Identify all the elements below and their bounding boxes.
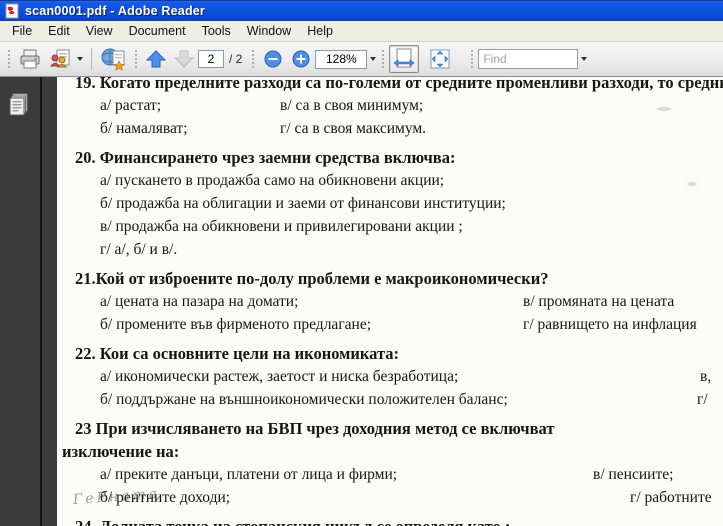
zoom-level-value: 128% bbox=[325, 52, 357, 66]
page-number-input[interactable] bbox=[198, 50, 224, 68]
menu-bar: File Edit View Document Tools Window Help bbox=[0, 21, 723, 42]
answer-option: г/ равнището на инфлация bbox=[523, 316, 697, 333]
answer-row: а/ цената на пазара на домати; в/ промяна… bbox=[57, 290, 723, 313]
toolbar-grip[interactable] bbox=[6, 48, 11, 70]
answer-row: б/ промените във фирменото предлагане; г/… bbox=[57, 313, 723, 336]
adobe-reader-window: scan0001.pdf - Adobe Reader File Edit View… bbox=[0, 0, 723, 526]
answer-option: а/ пускането в продажба само на обикнове… bbox=[100, 172, 445, 189]
answer-option: г/ са в своя максимум. bbox=[280, 120, 427, 137]
pages-panel-icon[interactable] bbox=[9, 93, 31, 119]
zoom-out-button[interactable] bbox=[259, 45, 287, 73]
question-header: 19. Когато пределните разходи са по-голе… bbox=[75, 77, 723, 92]
find-input[interactable] bbox=[478, 49, 579, 69]
menu-help[interactable]: Help bbox=[299, 22, 341, 40]
answer-row: б/ поддържане на външноикономически поло… bbox=[57, 388, 723, 411]
document-page[interactable]: ГеРната 19. Когато пределните разходи са… bbox=[57, 77, 723, 526]
answer-row: а/ преките данъци, платени от лица и фир… bbox=[57, 463, 723, 486]
main-toolbar: / 2 128% bbox=[0, 42, 723, 77]
up-arrow-icon bbox=[145, 50, 167, 68]
fit-width-button[interactable] bbox=[389, 45, 420, 73]
answer-option: а/ растат; bbox=[100, 97, 162, 114]
answer-option: в/ са в своя минимум; bbox=[280, 97, 424, 114]
down-arrow-icon bbox=[173, 50, 195, 68]
answer-row: б/ рентните доходи; г/ работните bbox=[57, 486, 723, 509]
answer-row: в/ продажба на обикновени и привилегиров… bbox=[57, 215, 723, 238]
navigation-pane bbox=[0, 77, 40, 526]
page-total-label: / 2 bbox=[229, 52, 243, 66]
zoom-level-box[interactable]: 128% bbox=[315, 49, 368, 69]
minus-circle-icon bbox=[264, 50, 282, 68]
answer-option: а/ икономически растеж, заетост и ниска … bbox=[100, 368, 459, 385]
menu-window[interactable]: Window bbox=[239, 22, 299, 40]
answer-option: б/ продажба на облигации и заеми от фина… bbox=[100, 195, 506, 212]
answer-row: б/ намаляват; г/ са в своя максимум. bbox=[57, 117, 723, 140]
menu-document[interactable]: Document bbox=[121, 22, 194, 40]
question-header: 23 При изчисляването на БВП чрез доходни… bbox=[75, 419, 555, 438]
answer-row: а/ растат; в/ са в своя минимум; bbox=[57, 94, 723, 117]
question-header-continued: изключение на: bbox=[62, 442, 180, 461]
pdf-file-icon bbox=[5, 3, 19, 19]
plus-circle-icon bbox=[292, 50, 310, 68]
toolbar-grip[interactable] bbox=[250, 48, 256, 70]
document-canvas-margin bbox=[42, 77, 57, 526]
toolbar-separator bbox=[91, 48, 92, 70]
answer-option: в/ промяната на цената bbox=[523, 293, 675, 310]
menu-view[interactable]: View bbox=[78, 22, 121, 40]
answer-option: в/ продажба на обикновени и привилегиров… bbox=[100, 218, 463, 235]
answer-option: б/ поддържане на външноикономически поло… bbox=[100, 391, 508, 408]
collaborate-icon bbox=[49, 49, 70, 68]
question-header: 20. Финансирането чрез заемни средства в… bbox=[75, 148, 456, 167]
answer-option: в, bbox=[700, 368, 712, 385]
title-bar[interactable]: scan0001.pdf - Adobe Reader bbox=[0, 0, 723, 21]
menu-edit[interactable]: Edit bbox=[40, 22, 78, 40]
answer-option: в/ пенсиите; bbox=[593, 466, 674, 483]
print-button[interactable] bbox=[15, 45, 45, 73]
zoom-in-button[interactable] bbox=[287, 45, 315, 73]
collaborate-dropdown-arrow[interactable] bbox=[77, 57, 83, 61]
question-header: 24. Долната точка на стопанския цикъл се… bbox=[57, 515, 723, 526]
previous-page-button[interactable] bbox=[142, 45, 170, 73]
answer-option: г/ bbox=[697, 391, 708, 408]
fit-page-icon bbox=[430, 49, 450, 69]
printer-icon bbox=[20, 49, 40, 69]
question-header: 22. Кои са основните цели на икономиката… bbox=[75, 344, 400, 363]
content-area: ГеРната 19. Когато пределните разходи са… bbox=[0, 77, 723, 526]
answer-option: б/ намаляват; bbox=[100, 120, 188, 137]
answer-row: а/ икономически растеж, заетост и ниска … bbox=[57, 365, 723, 388]
globe-document-icon bbox=[101, 48, 125, 71]
window-title: scan0001.pdf - Adobe Reader bbox=[25, 4, 205, 18]
answer-option: г/ работните bbox=[630, 489, 712, 506]
question-header: 21.Кой от изброените по-долу проблеми е … bbox=[75, 269, 549, 288]
toolbar-grip[interactable] bbox=[380, 48, 386, 70]
toolbar-grip[interactable] bbox=[469, 48, 475, 70]
answer-row: г/ а/, б/ и в/. bbox=[57, 238, 723, 261]
fit-width-icon bbox=[393, 48, 415, 68]
menu-file[interactable]: File bbox=[4, 22, 40, 40]
collaborate-button[interactable] bbox=[45, 45, 86, 73]
zoom-dropdown-arrow[interactable] bbox=[370, 57, 377, 61]
find-dropdown-arrow[interactable] bbox=[581, 57, 588, 61]
answer-option: б/ рентните доходи; bbox=[100, 489, 231, 506]
next-page-button[interactable] bbox=[170, 45, 198, 73]
answer-row: а/ пускането в продажба само на обикнове… bbox=[57, 169, 723, 192]
fit-page-button[interactable] bbox=[425, 45, 455, 73]
answer-option: а/ цената на пазара на домати; bbox=[100, 293, 299, 310]
answer-option: а/ преките данъци, платени от лица и фир… bbox=[100, 466, 398, 483]
acrobat-online-button[interactable] bbox=[97, 45, 129, 73]
answer-option: б/ промените във фирменото предлагане; bbox=[100, 316, 372, 333]
toolbar-grip[interactable] bbox=[133, 48, 138, 70]
answer-row: б/ продажба на облигации и заеми от фина… bbox=[57, 192, 723, 215]
answer-option: г/ а/, б/ и в/. bbox=[100, 241, 178, 258]
menu-tools[interactable]: Tools bbox=[194, 22, 239, 40]
